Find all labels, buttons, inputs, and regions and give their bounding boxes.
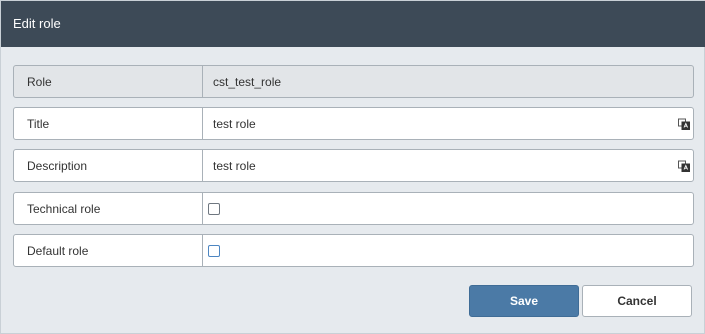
description-label: Description	[14, 150, 203, 181]
title-label: Title	[14, 108, 203, 139]
title-field[interactable]: test role	[203, 108, 693, 139]
role-label: Role	[14, 66, 203, 97]
dialog-title: Edit role	[13, 16, 61, 31]
default-role-row: Default role	[13, 234, 694, 267]
description-row: Description test role	[13, 149, 694, 182]
cancel-button[interactable]: Cancel	[582, 285, 692, 317]
translate-icon[interactable]	[678, 160, 690, 172]
default-role-checkbox[interactable]	[208, 244, 220, 257]
description-field[interactable]: test role	[203, 150, 693, 181]
dialog-titlebar: Edit role	[1, 1, 705, 47]
title-value[interactable]: test role	[213, 117, 256, 131]
technical-role-row: Technical role	[13, 192, 694, 225]
role-row: Role cst_test_role	[13, 65, 694, 98]
default-role-cell	[203, 235, 693, 266]
description-value[interactable]: test role	[213, 159, 256, 173]
translate-icon[interactable]	[678, 118, 690, 130]
title-row: Title test role	[13, 107, 694, 140]
default-role-label: Default role	[14, 235, 203, 266]
role-value: cst_test_role	[213, 74, 282, 89]
technical-role-checkbox[interactable]	[208, 202, 220, 215]
technical-role-cell	[203, 193, 693, 224]
technical-role-label: Technical role	[14, 193, 203, 224]
edit-role-dialog: Edit role Role cst_test_role Title test …	[0, 0, 705, 334]
save-button[interactable]: Save	[469, 285, 579, 317]
